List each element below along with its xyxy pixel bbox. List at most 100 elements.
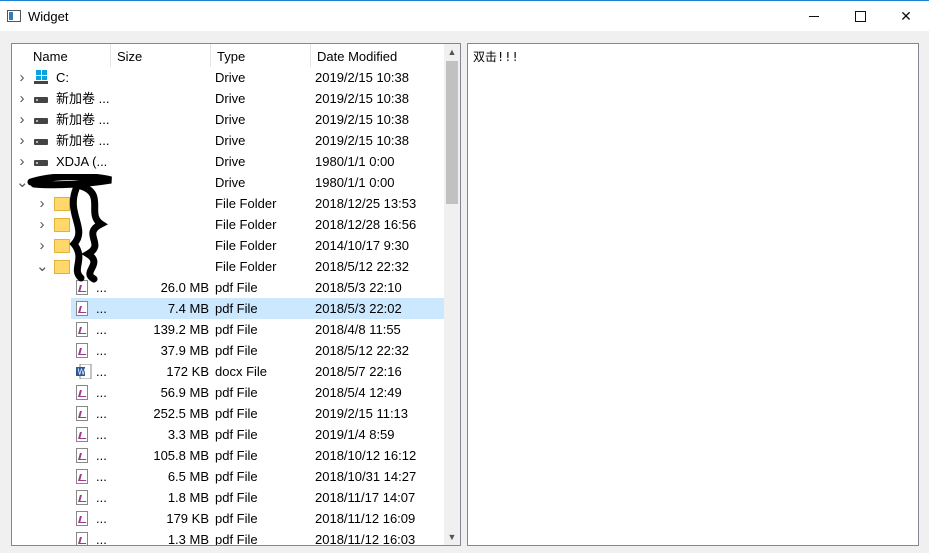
row-date: 2018/5/3 22:02 <box>315 301 402 316</box>
row-type: pdf File <box>215 427 258 442</box>
row-name: ... <box>96 385 107 400</box>
row-type: pdf File <box>215 448 258 463</box>
tree-row[interactable]: ⌄ File Folder 2018/5/12 22:32 <box>12 256 444 277</box>
chevron-right-icon[interactable]: › <box>16 151 28 172</box>
row-type: File Folder <box>215 238 277 253</box>
tree-row[interactable]: › File Folder 2018/12/28 16:56 <box>12 214 444 235</box>
tree-row[interactable]: ... 179 KB pdf File 2018/11/12 16:09 <box>12 508 444 529</box>
row-size <box>113 151 209 172</box>
pdf-file-icon <box>76 490 88 505</box>
tree-row[interactable]: › File Folder 2014/10/17 9:30 <box>12 235 444 256</box>
row-date: 2018/11/12 16:09 <box>315 511 416 526</box>
file-tree-view[interactable]: Name Size Type Date Modified › C: Drive 201… <box>11 43 461 546</box>
chevron-right-icon[interactable]: › <box>36 193 48 214</box>
column-header-name[interactable]: Name <box>27 44 111 67</box>
tree-row[interactable]: ... 7.4 MB pdf File 2018/5/3 22:02 <box>12 298 444 319</box>
row-size: 139.2 MB <box>153 322 209 337</box>
row-type: Drive <box>215 175 246 190</box>
chevron-right-icon[interactable]: › <box>16 88 28 109</box>
text-view-content: 双击!!! <box>473 50 519 64</box>
column-header-type[interactable]: Type <box>211 44 311 67</box>
row-name: ... <box>96 448 107 463</box>
row-name: ... <box>96 532 107 546</box>
row-name: ... <box>96 364 107 379</box>
tree-row[interactable]: › File Folder 2018/12/25 13:53 <box>12 193 444 214</box>
tree-row[interactable]: ... 105.8 MB pdf File 2018/10/12 16:12 <box>12 445 444 466</box>
text-view[interactable]: 双击!!! <box>467 43 919 546</box>
folder-icon <box>54 197 70 211</box>
tree-row[interactable]: › 新加卷 ... Drive 2019/2/15 10:38 <box>12 109 444 130</box>
row-size <box>113 67 209 88</box>
row-name: ... <box>96 490 107 505</box>
chevron-down-icon[interactable]: ⌄ <box>36 256 49 277</box>
row-size: 7.4 MB <box>167 301 209 316</box>
row-size <box>113 109 209 130</box>
chevron-down-icon[interactable]: ⌄ <box>16 172 29 193</box>
tree-row[interactable]: ... 6.5 MB pdf File 2018/10/31 14:27 <box>12 466 444 487</box>
row-size: 6.5 MB <box>167 469 209 484</box>
tree-row[interactable]: ... 139.2 MB pdf File 2018/4/8 11:55 <box>12 319 444 340</box>
row-type: pdf File <box>215 343 258 358</box>
close-icon: ✕ <box>900 8 912 24</box>
tree-row[interactable]: ... 252.5 MB pdf File 2019/2/15 11:13 <box>12 403 444 424</box>
row-date: 2018/12/25 13:53 <box>315 196 417 211</box>
tree-row[interactable]: ... 1.3 MB pdf File 2018/11/12 16:03 <box>12 529 444 546</box>
column-header-date-modified[interactable]: Date Modified <box>311 44 444 67</box>
tree-row[interactable]: ... 37.9 MB pdf File 2018/5/12 22:32 <box>12 340 444 361</box>
row-name: XDJA (... <box>56 154 108 169</box>
pdf-file-icon <box>76 511 88 526</box>
maximize-icon <box>854 11 866 22</box>
tree-row[interactable]: W... 172 KB docx File 2018/5/7 22:16 <box>12 361 444 382</box>
row-type: File Folder <box>215 196 277 211</box>
chevron-right-icon[interactable]: › <box>36 235 48 256</box>
row-type: File Folder <box>215 259 277 274</box>
row-date: 2019/2/15 10:38 <box>315 112 409 127</box>
tree-row[interactable]: ⌄ Drive 1980/1/1 0:00 <box>12 172 444 193</box>
row-type: pdf File <box>215 301 258 316</box>
tree-row[interactable]: ... 1.8 MB pdf File 2018/11/17 14:07 <box>12 487 444 508</box>
row-size: 179 KB <box>166 511 209 526</box>
row-size <box>113 235 209 256</box>
row-type: pdf File <box>215 490 258 505</box>
scroll-down-icon[interactable]: ▼ <box>444 529 460 545</box>
vertical-scrollbar[interactable]: ▲ ▼ <box>444 44 460 545</box>
row-date: 2019/2/15 10:38 <box>315 133 409 148</box>
chevron-right-icon[interactable]: › <box>16 109 28 130</box>
pdf-file-icon <box>76 343 88 358</box>
column-header-size[interactable]: Size <box>111 44 211 67</box>
row-name: ... <box>96 301 107 316</box>
row-size: 252.5 MB <box>153 406 209 421</box>
chevron-right-icon[interactable]: › <box>16 67 28 88</box>
row-date: 1980/1/1 0:00 <box>315 154 395 169</box>
row-name: C: <box>56 70 69 85</box>
row-name: 新加卷 ... <box>56 112 110 127</box>
tree-row[interactable]: › 新加卷 ... Drive 2019/2/15 10:38 <box>12 88 444 109</box>
row-date: 2018/12/28 16:56 <box>315 217 417 232</box>
row-date: 2018/10/31 14:27 <box>315 469 417 484</box>
row-date: 2019/2/15 10:38 <box>315 70 409 85</box>
tree-row[interactable]: ... 26.0 MB pdf File 2018/5/3 22:10 <box>12 277 444 298</box>
close-button[interactable]: ✕ <box>883 1 929 32</box>
drive-icon <box>34 160 48 166</box>
row-size: 26.0 MB <box>160 280 209 295</box>
minimize-button[interactable] <box>791 1 837 32</box>
tree-row[interactable]: › XDJA (... Drive 1980/1/1 0:00 <box>12 151 444 172</box>
chevron-right-icon[interactable]: › <box>16 130 28 151</box>
row-date: 2018/5/12 22:32 <box>315 343 409 358</box>
row-name: ... <box>96 469 107 484</box>
row-size <box>113 214 209 235</box>
scrollbar-thumb[interactable] <box>446 61 458 204</box>
maximize-button[interactable] <box>837 1 883 32</box>
drive-icon <box>34 118 48 124</box>
row-type: Drive <box>215 133 246 148</box>
scroll-up-icon[interactable]: ▲ <box>444 44 460 60</box>
row-name: ... <box>96 427 107 442</box>
tree-row[interactable]: › C: Drive 2019/2/15 10:38 <box>12 67 444 88</box>
tree-row[interactable]: ... 3.3 MB pdf File 2019/1/4 8:59 <box>12 424 444 445</box>
row-type: pdf File <box>215 511 258 526</box>
tree-row[interactable]: ... 56.9 MB pdf File 2018/5/4 12:49 <box>12 382 444 403</box>
row-type: pdf File <box>215 532 258 546</box>
chevron-right-icon[interactable]: › <box>36 214 48 235</box>
tree-row[interactable]: › 新加卷 ... Drive 2019/2/15 10:38 <box>12 130 444 151</box>
row-type: Drive <box>215 112 246 127</box>
